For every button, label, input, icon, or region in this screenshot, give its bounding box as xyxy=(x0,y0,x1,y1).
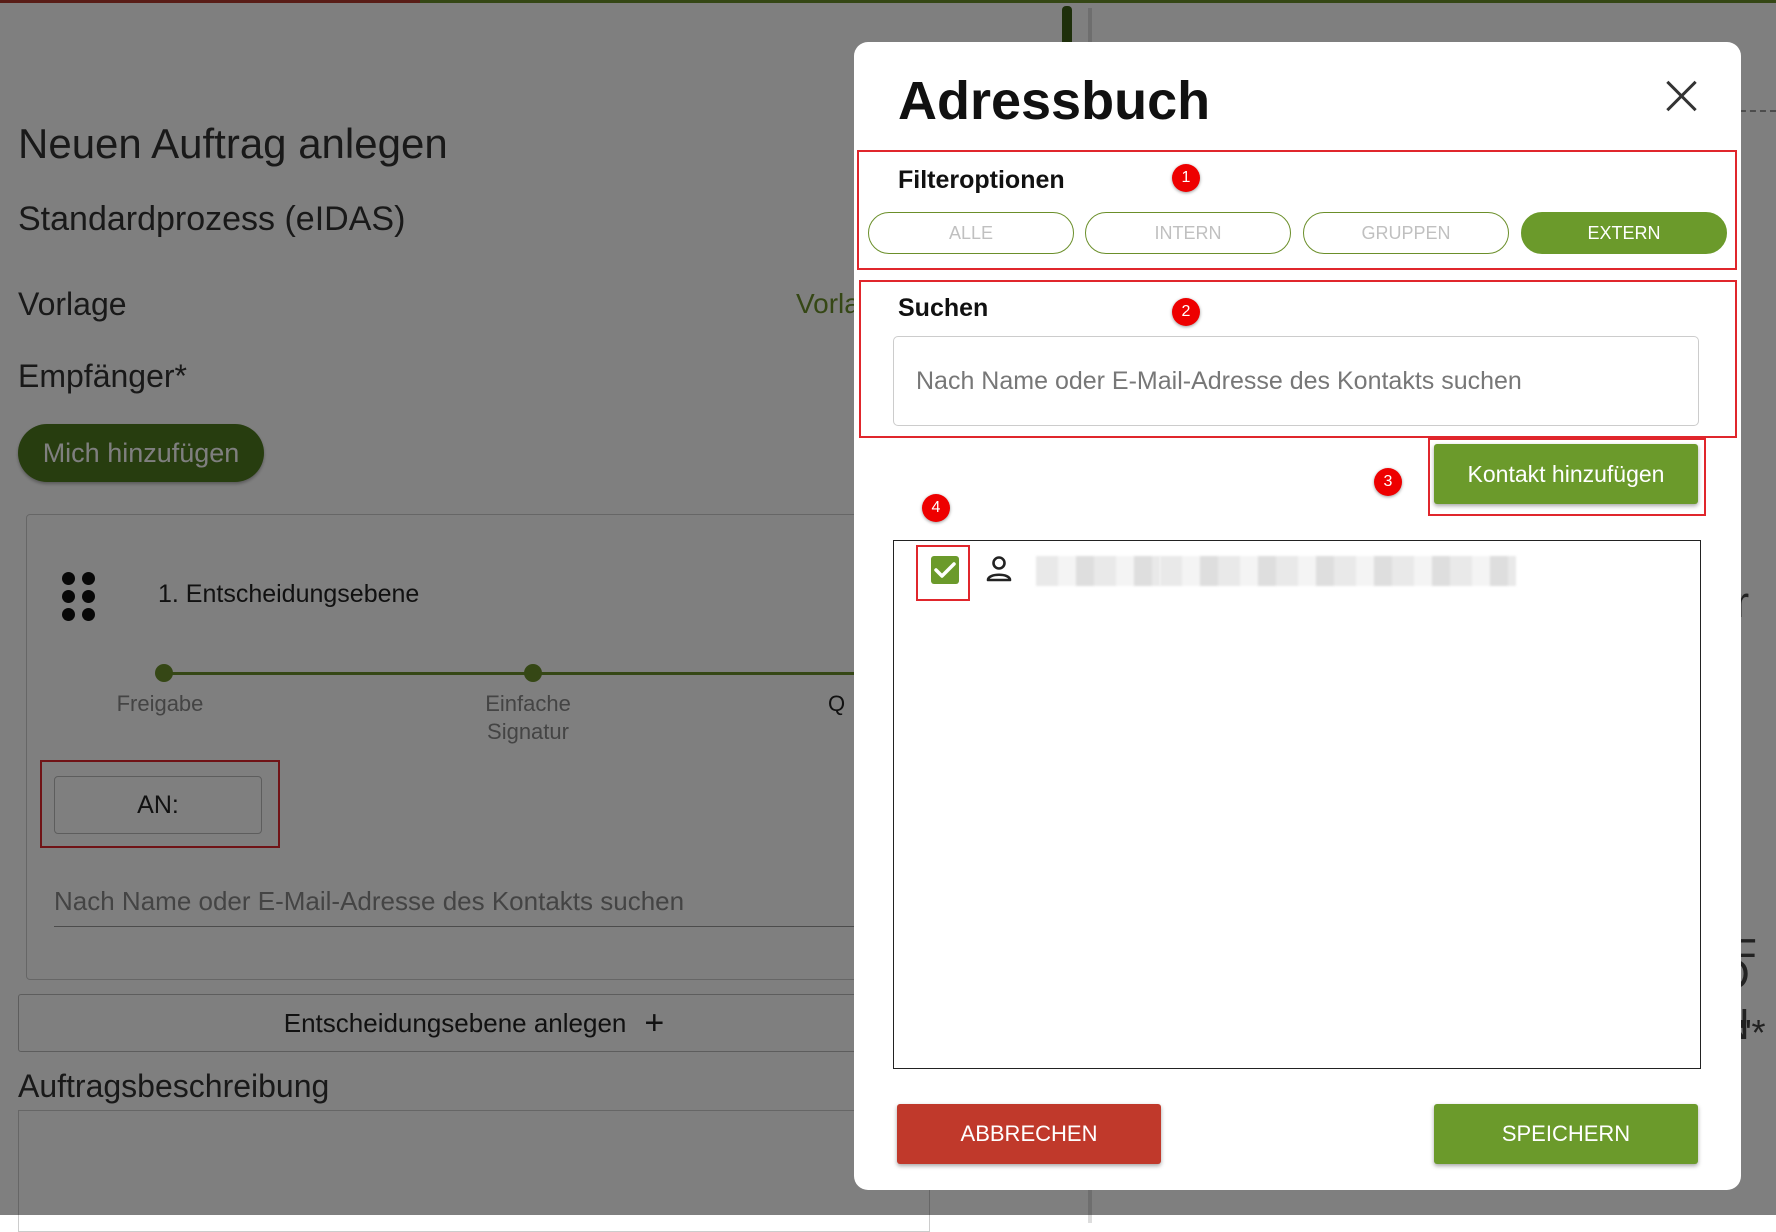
search-label: Suchen xyxy=(898,294,989,322)
contact-name-redacted xyxy=(1036,556,1160,586)
filter-option-alle[interactable]: ALLE xyxy=(868,212,1074,254)
cancel-button[interactable]: ABBRECHEN xyxy=(897,1104,1161,1164)
filter-option-gruppen[interactable]: GRUPPEN xyxy=(1303,212,1509,254)
annotation-badge-2: 2 xyxy=(1172,298,1200,326)
close-icon[interactable] xyxy=(1664,78,1700,114)
save-button[interactable]: SPEICHERN xyxy=(1434,1104,1698,1164)
annotation-badge-4: 4 xyxy=(922,494,950,522)
contact-search-input[interactable] xyxy=(893,336,1699,426)
annotation-box-checkbox xyxy=(916,545,970,601)
contact-email-redacted xyxy=(1160,556,1516,586)
filter-label: Filteroptionen xyxy=(898,166,1065,194)
person-icon xyxy=(984,554,1014,584)
modal-title: Adressbuch xyxy=(898,71,1211,131)
filter-option-extern[interactable]: EXTERN xyxy=(1521,212,1727,254)
annotation-box-add-contact xyxy=(1428,438,1706,516)
contact-list[interactable] xyxy=(893,540,1701,1069)
filter-option-intern[interactable]: INTERN xyxy=(1085,212,1291,254)
annotation-badge-1: 1 xyxy=(1172,164,1200,192)
annotation-badge-3: 3 xyxy=(1374,468,1402,496)
